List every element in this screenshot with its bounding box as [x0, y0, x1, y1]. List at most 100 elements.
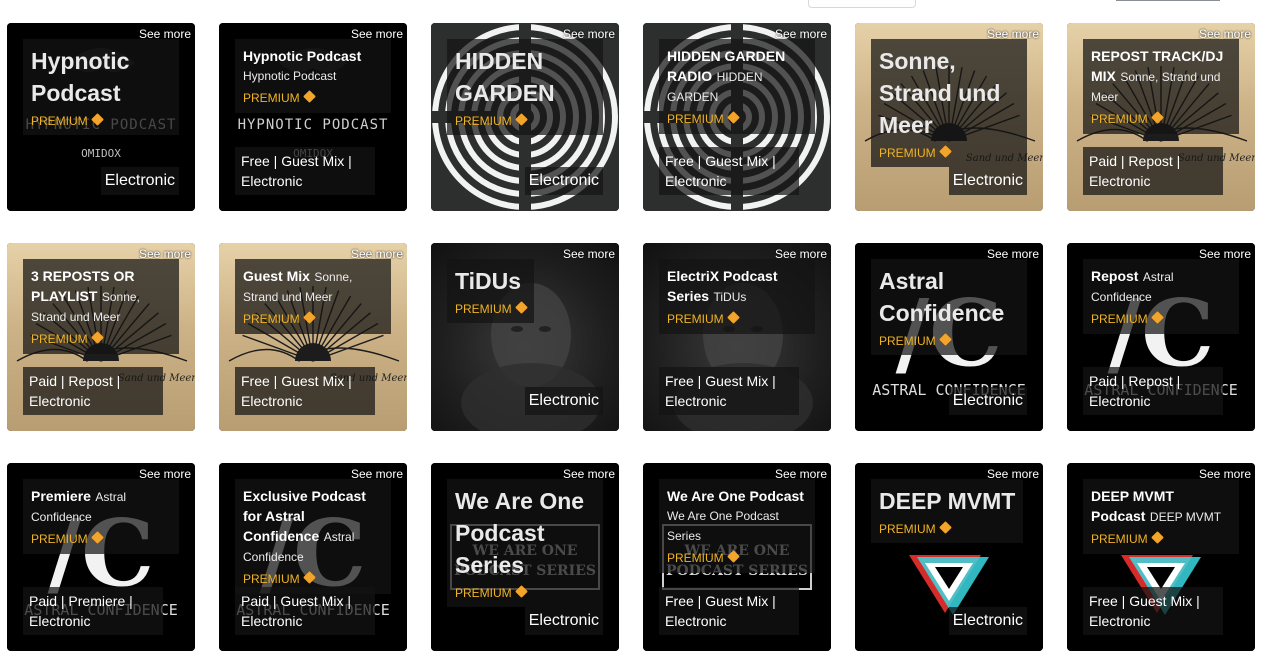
card-title-box: TiDUs PREMIUM [447, 259, 534, 323]
premium-label: PREMIUM [1091, 112, 1148, 126]
diamond-icon [90, 531, 104, 544]
diamond-icon [1150, 311, 1164, 324]
premium-badge: PREMIUM [243, 311, 383, 327]
premium-badge: PREMIUM [1091, 111, 1231, 127]
card-tags: Free | Guest Mix | Electronic [659, 587, 799, 635]
premium-label: PREMIUM [879, 334, 936, 348]
see-more-link[interactable]: See more [563, 247, 615, 261]
diamond-icon [1150, 111, 1164, 124]
card-tags: Free | Guest Mix | Electronic [1083, 587, 1223, 635]
offer-card[interactable]: See more DEEP MVMT Podcast DEEP MVMT PREMI… [1067, 463, 1255, 651]
diamond-icon [302, 311, 316, 324]
premium-badge: PREMIUM [31, 331, 171, 347]
premium-label: PREMIUM [31, 114, 88, 128]
card-title: Repost [1091, 268, 1139, 284]
diamond-icon [726, 111, 740, 124]
card-title: Premiere [31, 488, 91, 504]
card-title-box: DEEP MVMT PREMIUM [871, 479, 1024, 543]
premium-badge: PREMIUM [667, 550, 807, 566]
offer-card[interactable]: HYPNOTIC PODCAST OMIDOX See moreHypnotic… [219, 23, 407, 211]
card-title-box: We Are One Podcast Series PREMIUM [447, 479, 603, 607]
card-title-box: Astral Confidence PREMIUM [871, 259, 1027, 355]
premium-badge: PREMIUM [667, 111, 807, 127]
card-tags: Free | Guest Mix | Electronic [235, 147, 375, 195]
premium-badge: PREMIUM [879, 333, 1019, 349]
card-title: Guest Mix [243, 268, 310, 284]
premium-label: PREMIUM [243, 312, 300, 326]
offer-card[interactable]: WE ARE ONE PODCAST SERIESSee moreWe Are … [643, 463, 831, 651]
card-genre: Electronic [948, 607, 1027, 635]
card-tags: Paid | Repost | Electronic [1083, 147, 1223, 195]
card-title: Hypnotic Podcast [31, 48, 130, 106]
card-title-box: DEEP MVMT Podcast DEEP MVMT PREMIUM [1083, 479, 1239, 554]
premium-badge: PREMIUM [879, 521, 1015, 537]
top-button[interactable] [808, 0, 916, 8]
offer-card[interactable]: /C ASTRAL CONFIDENCESee morePremiere Ast… [7, 463, 195, 651]
card-tags: Paid | Premiere | Electronic [23, 587, 163, 635]
offer-card[interactable]: Sand und MeerSee moreREPOST TRACK/DJ MIX… [1067, 23, 1255, 211]
card-tags: Free | Guest Mix | Electronic [659, 367, 799, 415]
premium-label: PREMIUM [455, 586, 512, 600]
diamond-icon [1150, 531, 1164, 544]
card-genre: Electronic [524, 387, 603, 415]
card-title-box: Repost Astral Confidence PREMIUM [1083, 259, 1239, 334]
offer-card[interactable]: Sand und MeerSee moreGuest Mix Sonne, St… [219, 243, 407, 431]
premium-badge: PREMIUM [667, 311, 807, 327]
card-tags: Paid | Guest Mix | Electronic [235, 587, 375, 635]
card-title-box: Hypnotic Podcast Hypnotic Podcast PREMIUM [235, 39, 391, 113]
card-title: Sonne, Strand und Meer [879, 48, 1001, 138]
offer-card[interactable]: See more HIDDEN GARDEN PREMIUM Electronic [431, 23, 619, 211]
offer-card[interactable]: See more ElectriX Podcast Series TiDUs PRE… [643, 243, 831, 431]
premium-label: PREMIUM [1091, 312, 1148, 326]
card-title-box: Premiere Astral Confidence PREMIUM [23, 479, 179, 554]
card-title-box: We Are One Podcast We Are One Podcast Se… [659, 479, 815, 573]
offer-card[interactable]: See more TiDUs PREMIUM Electronic [431, 243, 619, 431]
card-title-box: Sonne, Strand und Meer PREMIUM [871, 39, 1027, 167]
svg-text:OMIDOX: OMIDOX [81, 147, 121, 160]
card-subtitle: TiDUs [713, 290, 747, 304]
card-title: DEEP MVMT [879, 488, 1016, 514]
offer-card[interactable]: HYPNOTIC PODCAST OMIDOX See moreHypnotic… [7, 23, 195, 211]
card-tags: Free | Guest Mix | Electronic [235, 367, 375, 415]
offer-card[interactable]: WE ARE ONE PODCAST SERIESSee moreWe Are … [431, 463, 619, 651]
premium-badge: PREMIUM [455, 301, 528, 317]
premium-badge: PREMIUM [879, 145, 1019, 161]
premium-badge: PREMIUM [1091, 531, 1231, 547]
diamond-icon [514, 585, 528, 598]
premium-badge: PREMIUM [1091, 311, 1231, 327]
offer-card[interactable]: /C ASTRAL CONFIDENCESee moreExclusive Po… [219, 463, 407, 651]
diamond-icon [514, 301, 528, 314]
card-title: Astral Confidence [879, 268, 1005, 326]
card-title-box: HIDDEN GARDEN RADIO HIDDEN GARDEN PREMIUM [659, 39, 815, 134]
offer-card[interactable]: Sand und MeerSee more3 REPOSTS OR PLAYLI… [7, 243, 195, 431]
diamond-icon [302, 571, 316, 584]
premium-label: PREMIUM [31, 532, 88, 546]
card-title-box: Guest Mix Sonne, Strand und Meer PREMIUM [235, 259, 391, 334]
offer-card[interactable]: See more DEEP MVMT PREMIUM Electronic [855, 463, 1043, 651]
offer-grid: HYPNOTIC PODCAST OMIDOX See more Hypnotic… [7, 23, 1255, 651]
premium-label: PREMIUM [667, 312, 724, 326]
premium-label: PREMIUM [243, 572, 300, 586]
card-title-box: REPOST TRACK/DJ MIX Sonne, Strand und Me… [1083, 39, 1239, 134]
premium-label: PREMIUM [455, 114, 512, 128]
card-tags: Free | Guest Mix | Electronic [659, 147, 799, 195]
offer-card[interactable]: Sand und MeerSee moreSonne, Strand und M… [855, 23, 1043, 211]
diamond-icon [726, 550, 740, 563]
diamond-icon [90, 331, 104, 344]
diamond-icon [90, 113, 104, 126]
diamond-icon [938, 145, 952, 158]
card-title-box: ElectriX Podcast Series TiDUs PREMIUM [659, 259, 815, 334]
top-bar-fragment [1116, 0, 1220, 1]
diamond-icon [726, 311, 740, 324]
svg-text:HYPNOTIC PODCAST: HYPNOTIC PODCAST [238, 117, 389, 133]
card-genre: Electronic [948, 387, 1027, 415]
diamond-icon [514, 113, 528, 126]
card-title: HIDDEN GARDEN [455, 48, 555, 106]
offer-card[interactable]: /C ASTRAL CONFIDENCESee moreRepost Astra… [1067, 243, 1255, 431]
card-tags: Paid | Repost | Electronic [1083, 367, 1223, 415]
premium-badge: PREMIUM [455, 585, 595, 601]
card-subtitle: We Are One Podcast Series [667, 509, 779, 543]
offer-card[interactable]: /C ASTRAL CONFIDENCESee moreAstral Confi… [855, 243, 1043, 431]
offer-card[interactable]: See more HIDDEN GARDEN RADIO HIDDEN GARDE… [643, 23, 831, 211]
premium-badge: PREMIUM [31, 531, 171, 547]
